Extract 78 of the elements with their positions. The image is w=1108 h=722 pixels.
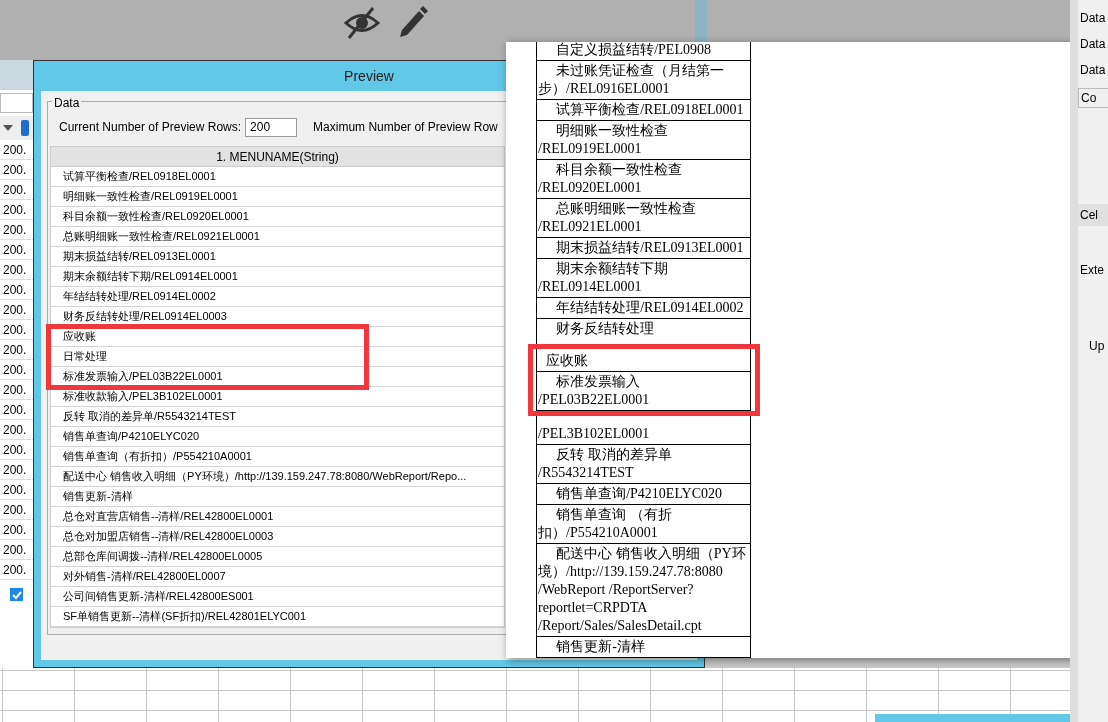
panel-label: Co (1078, 88, 1108, 108)
caret-icon[interactable] (2, 124, 14, 132)
table-cell: 科目余额一致性检查 /REL0920EL0001 (537, 160, 750, 199)
table-cell: 标准收款输入/PEL3B102EL0001 (51, 387, 504, 407)
table-cell: 应收账 (51, 327, 504, 347)
table-cell: 对外销售-清样/REL42800EL0007 (51, 567, 504, 587)
table-cell-text: 200. (2, 543, 27, 557)
table-cell: 试算平衡检查/REL0918EL0001 (51, 167, 504, 187)
table-cell: 销售单查询 （有折扣）/P554210A0001 (537, 505, 750, 544)
table-cell: 销售单查询/P4210ELYC020 (537, 484, 750, 505)
hidden-icon[interactable] (344, 6, 380, 40)
pencil-icon[interactable] (398, 6, 428, 38)
field-label: Maximum Number of Preview Row (313, 119, 498, 136)
table-cell: 销售单查询/P4210ELYC020 (51, 427, 504, 447)
table-cell: 日常处理 (51, 347, 504, 367)
table-cell: 期末损益结转/REL0913EL0001 (51, 247, 504, 267)
table-cell-text: 200. (2, 303, 27, 317)
table-cell: 期末损益结转/REL0913EL0001 (537, 238, 750, 259)
panel-label: Data (1079, 36, 1107, 52)
table-cell: 总部仓库间调拨--清样/REL42800EL0005 (51, 547, 504, 567)
table-cell-text: 200. (2, 363, 27, 377)
table-cell-text: 200. (2, 183, 27, 197)
table-cell: 科目余额一致性检查/REL0920EL0001 (51, 207, 504, 227)
table-cell-text: 200. (2, 143, 27, 157)
table-cell: 明细账一致性检查 /REL0919EL0001 (537, 121, 750, 160)
table-cell: 标准发票输入/PEL03B22EL0001 (51, 367, 504, 387)
table-cell: 试算平衡检查/REL0918EL0001 (537, 100, 750, 121)
table-cell: 总仓对直营店销售--清样/REL42800EL0001 (51, 507, 504, 527)
table-cell-text: 200. (2, 263, 27, 277)
tool-icon[interactable] (20, 119, 30, 137)
table-cell-text: 200. (2, 243, 27, 257)
panel-label: Data (1079, 62, 1107, 78)
table-cell: 财务反结转处理/REL0914EL0003 (51, 307, 504, 327)
panel-label: Up (1088, 338, 1106, 354)
table-cell-text: 200. (2, 383, 27, 397)
table-cell: 销售更新-清样 (51, 487, 504, 507)
dialog-title: Preview (344, 68, 394, 84)
table-cell-text: 200. (2, 403, 27, 417)
table-cell: 销售更新-清样 (537, 637, 750, 658)
table-cell: 配送中心 销售收入明细（PY环境）/http://139.159.247.78:8080/WebReport/Repo... (51, 467, 504, 487)
table-cell: 销售单查询（有折扣）/P554210A0001 (51, 447, 504, 467)
table-cell: 明细账一致性检查/REL0919EL0001 (51, 187, 504, 207)
table-cell: 反转 取消的差异单 /R5543214TEST (537, 445, 750, 484)
panel-label: Data (1079, 10, 1107, 26)
table-cell-text: 200. (2, 443, 27, 457)
table-cell-text: 200. (2, 223, 27, 237)
table-cell-text: 200. (2, 323, 27, 337)
table-cell: 年结结转处理/REL0914EL0002 (537, 298, 750, 319)
table-cell-text: 200. (2, 203, 27, 217)
panel-label: Exte (1079, 262, 1105, 278)
table-cell: 反转 取消的差异单/R5543214TEST (51, 407, 504, 427)
input-field[interactable] (0, 93, 33, 113)
table-cell-text: 200. (2, 483, 27, 497)
field-label: Current Number of Preview Rows: (59, 119, 242, 136)
table-cell: 配送中心 销售收入明细（PY环境）/http://139.159.247.78:8080 /WebReport /ReportServer?reportlet=CRPDTA /Report/Sales/SalesDetail.cpt (537, 544, 750, 637)
table-cell-text: 200. (2, 563, 27, 577)
table-cell: 总账明细账一致性检查/REL0921EL0001 (51, 227, 504, 247)
table-cell-text: 200. (2, 523, 27, 537)
table-cell-text: 200. (2, 163, 27, 177)
table-cell: 期末余额结转下期/REL0914EL0001 (51, 267, 504, 287)
table-cell: 年结结转处理/REL0914EL0002 (51, 287, 504, 307)
table-cell: 自定义损益结转/PEL0908 (537, 42, 750, 61)
rows-input-field[interactable]: 200 (245, 117, 298, 137)
table-cell-text: 200. (2, 423, 27, 437)
table-cell-text: 200. (2, 503, 27, 517)
table-cell: 未过账凭证检查（月结第一步）/REL0916EL0001 (537, 61, 750, 100)
checkbox[interactable] (10, 588, 23, 601)
table-cell: 总仓对加盟店销售--清样/REL42800EL0003 (51, 527, 504, 547)
table-cell: 公司间销售更新-清样/REL42800ES001 (51, 587, 504, 607)
panel-header (0, 60, 33, 90)
table-cell: 总账明细账一致性检查 /REL0921EL0001 (537, 199, 750, 238)
table-cell-text: 200. (2, 463, 27, 477)
column-header[interactable]: 1. MENUNAME(String) (51, 147, 504, 167)
panel-label: Cel (1078, 204, 1108, 226)
table-cell: SF单销售更新--清样(SF折扣)/REL42801ELYC001 (51, 607, 504, 627)
table-cell: 期末余额结转下期 /REL0914EL0001 (537, 259, 750, 298)
table-cell-text: 200. (2, 343, 27, 357)
table-cell-text: 200. (2, 283, 27, 297)
